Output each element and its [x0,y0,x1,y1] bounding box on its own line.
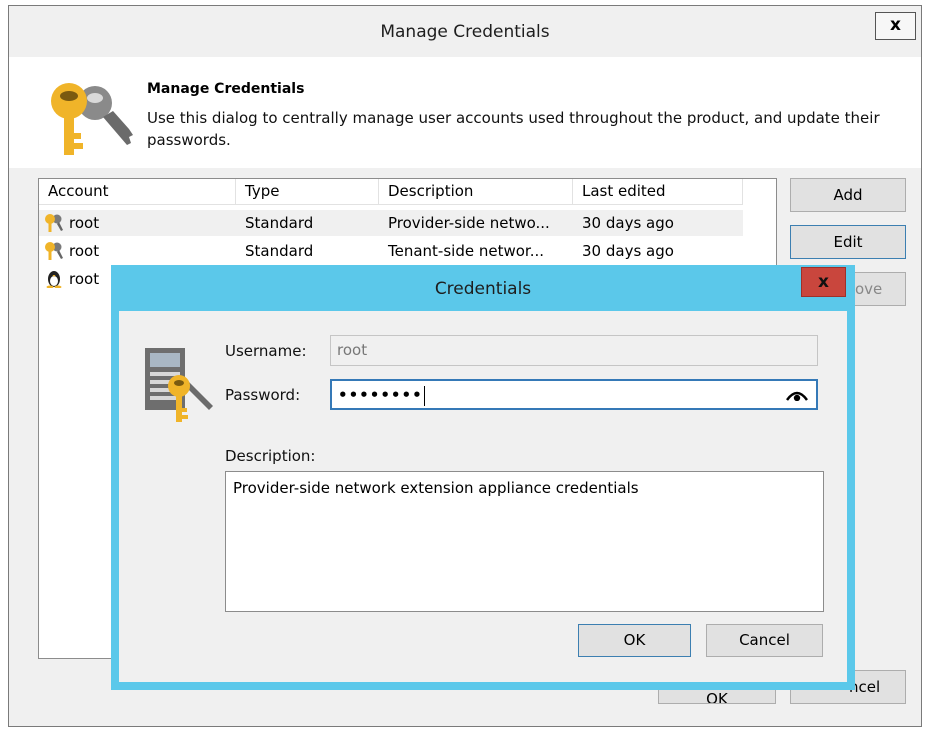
table-row[interactable]: root Standard Tenant-side networ... 30 d… [39,238,743,264]
dialog-title: Credentials [434,279,532,299]
cell-type: Standard [245,242,314,260]
eye-icon[interactable] [786,389,808,401]
dialog-body: Username: root Password: •••••••• Descri… [119,311,847,682]
cell-account: root [69,242,100,260]
header-description: Use this dialog to centrally manage user… [147,109,880,149]
password-field[interactable]: •••••••• [330,379,818,410]
ok-button-label: OK [706,690,728,704]
cell-last-edited: 30 days ago [582,242,674,260]
window-title: Manage Credentials [380,22,550,42]
cell-type: Standard [245,214,314,232]
column-header-type[interactable]: Type [236,179,379,205]
username-label: Username: [225,342,307,360]
header-panel: Manage Credentials Use this dialog to ce… [9,57,921,168]
description-textarea[interactable]: Provider-side network extension applianc… [225,471,824,612]
password-label: Password: [225,386,301,404]
keys-icon [51,83,133,155]
dialog-ok-button[interactable]: OK [578,624,691,657]
password-value: •••••••• [338,386,423,404]
dialog-cancel-button[interactable]: Cancel [706,624,823,657]
window-close-button[interactable]: x [875,12,916,40]
description-label: Description: [225,447,316,465]
column-header-last-edited[interactable]: Last edited [573,179,743,205]
cell-last-edited: 30 days ago [582,214,674,232]
column-header-description[interactable]: Description [379,179,573,205]
window-title-bar: Manage Credentials x [9,6,921,57]
add-button[interactable]: Add [790,178,906,212]
text-cursor [423,385,425,406]
header-title: Manage Credentials [147,81,305,97]
server-key-icon [145,348,213,422]
dialog-close-button[interactable]: x [801,267,846,297]
dialog-title-bar: Credentials x [111,265,855,311]
username-field[interactable]: root [330,335,818,366]
edit-button[interactable]: Edit [790,225,906,259]
column-header-account[interactable]: Account [39,179,236,205]
cell-description: Tenant-side networ... [388,242,544,260]
cell-account: root [69,214,100,232]
credentials-dialog: Credentials x Username: root Password: •… [111,265,855,690]
table-row[interactable]: root Standard Provider-side netwo... 30 … [39,210,743,236]
cell-description: Provider-side netwo... [388,214,550,232]
